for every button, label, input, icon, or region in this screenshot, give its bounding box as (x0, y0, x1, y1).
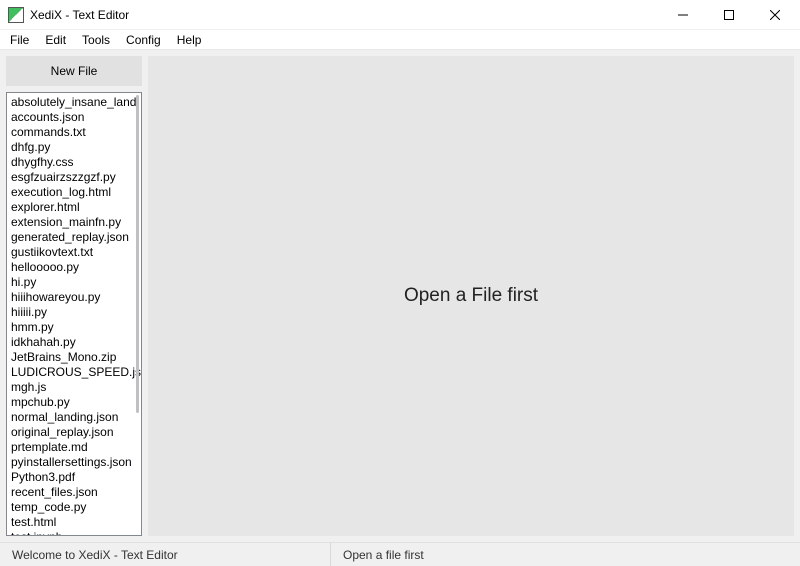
close-button[interactable] (752, 0, 798, 30)
editor-placeholder: Open a File first (404, 285, 538, 307)
file-item[interactable]: test.html (11, 515, 141, 530)
file-item[interactable]: absolutely_insane_land (11, 95, 141, 110)
menu-file[interactable]: File (4, 31, 39, 49)
file-item[interactable]: accounts.json (11, 110, 141, 125)
file-item[interactable]: test.ipynb (11, 530, 141, 536)
file-item[interactable]: commands.txt (11, 125, 141, 140)
file-item[interactable]: Python3.pdf (11, 470, 141, 485)
window-title: XediX - Text Editor (30, 8, 660, 22)
file-item[interactable]: gustiikovtext.txt (11, 245, 141, 260)
file-item[interactable]: dhfg.py (11, 140, 141, 155)
file-item[interactable]: normal_landing.json (11, 410, 141, 425)
status-left: Welcome to XediX - Text Editor (0, 543, 330, 566)
menu-config[interactable]: Config (120, 31, 171, 49)
file-item[interactable]: dhygfhy.css (11, 155, 141, 170)
app-icon (8, 7, 24, 23)
new-file-button[interactable]: New File (6, 56, 142, 86)
status-right: Open a file first (331, 543, 436, 566)
file-item[interactable]: pyinstallersettings.json (11, 455, 141, 470)
scrollbar-thumb[interactable] (136, 95, 139, 413)
file-list[interactable]: absolutely_insane_landaccounts.jsoncomma… (6, 92, 142, 536)
file-item[interactable]: temp_code.py (11, 500, 141, 515)
file-item[interactable]: hi.py (11, 275, 141, 290)
file-item[interactable]: extension_mainfn.py (11, 215, 141, 230)
file-item[interactable]: original_replay.json (11, 425, 141, 440)
maximize-button[interactable] (706, 0, 752, 30)
file-item[interactable]: esgfzuairzszzgzf.py (11, 170, 141, 185)
file-item[interactable]: generated_replay.json (11, 230, 141, 245)
file-item[interactable]: mgh.js (11, 380, 141, 395)
sidebar: New File absolutely_insane_landaccounts.… (6, 56, 142, 536)
file-item[interactable]: hiiihowareyou.py (11, 290, 141, 305)
file-item[interactable]: hmm.py (11, 320, 141, 335)
menu-tools[interactable]: Tools (76, 31, 120, 49)
file-item[interactable]: prtemplate.md (11, 440, 141, 455)
file-item[interactable]: hiiiii.py (11, 305, 141, 320)
file-item[interactable]: JetBrains_Mono.zip (11, 350, 141, 365)
file-item[interactable]: explorer.html (11, 200, 141, 215)
file-item[interactable]: LUDICROUS_SPEED.jsc (11, 365, 141, 380)
editor-area: Open a File first (148, 56, 794, 536)
file-item[interactable]: idkhahah.py (11, 335, 141, 350)
statusbar: Welcome to XediX - Text Editor Open a fi… (0, 542, 800, 566)
menu-help[interactable]: Help (171, 31, 212, 49)
file-item[interactable]: mpchub.py (11, 395, 141, 410)
minimize-button[interactable] (660, 0, 706, 30)
window-controls (660, 0, 798, 30)
file-item[interactable]: hellooooo.py (11, 260, 141, 275)
menubar: File Edit Tools Config Help (0, 30, 800, 50)
menu-edit[interactable]: Edit (39, 31, 76, 49)
file-item[interactable]: execution_log.html (11, 185, 141, 200)
titlebar: XediX - Text Editor (0, 0, 800, 30)
file-item[interactable]: recent_files.json (11, 485, 141, 500)
main-area: New File absolutely_insane_landaccounts.… (0, 50, 800, 542)
